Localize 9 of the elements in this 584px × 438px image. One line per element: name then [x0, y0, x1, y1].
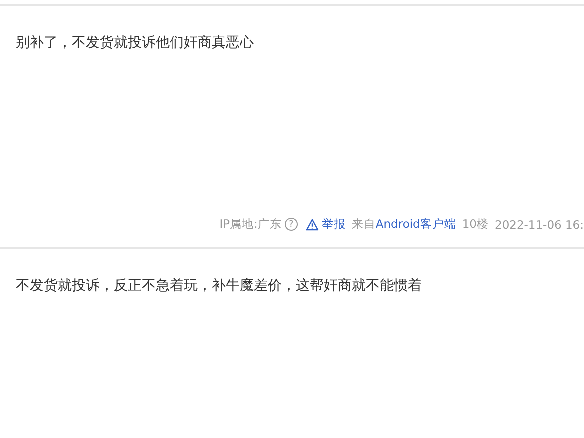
warning-icon [306, 218, 319, 230]
client-link[interactable]: Android客户端 [376, 217, 456, 231]
floor-number: 10楼 [462, 217, 489, 232]
post-text: 别补了，不发货就投诉他们奸商真恶心 [15, 34, 255, 53]
post-text: 不发货就投诉，反正不急着玩，补牛魔差价，这帮奸商就不能惯着 [15, 277, 423, 296]
post-time: 2022-11-06 16: [495, 218, 584, 232]
post-source: 来自 Android客户端 [352, 217, 456, 232]
report-link[interactable]: 举报 [306, 217, 346, 232]
ip-location: IP属地:广东 [220, 217, 282, 232]
